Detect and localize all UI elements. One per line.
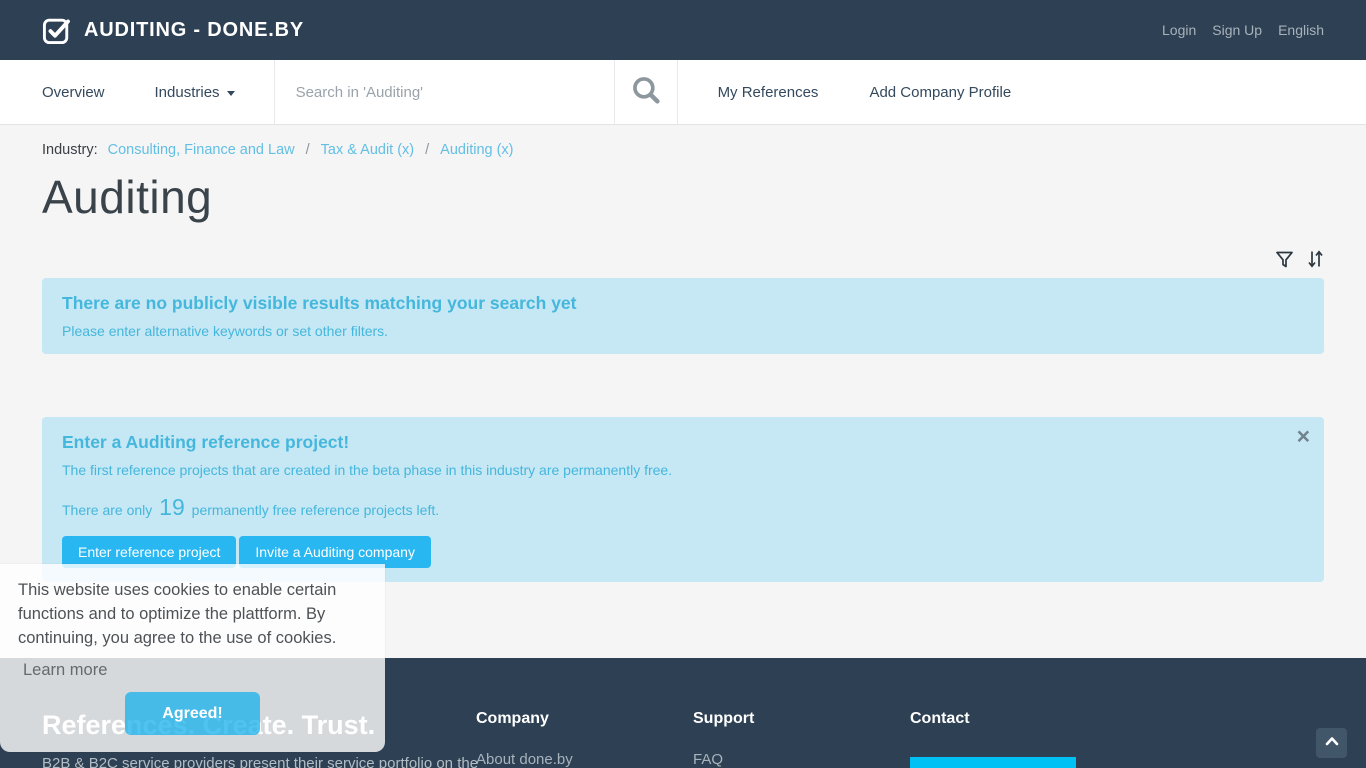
breadcrumb: Industry: Consulting, Finance and Law / …	[42, 125, 1324, 158]
doneby-logo: done.by	[910, 757, 1076, 768]
search-section	[273, 60, 614, 124]
nav-my-references[interactable]: My References	[718, 60, 819, 124]
nav-industries-label: Industries	[154, 83, 220, 101]
nav-overview[interactable]: Overview	[42, 60, 105, 124]
cookie-notice-text: This website uses cookies to enable cert…	[18, 581, 337, 647]
login-link[interactable]: Login	[1162, 22, 1196, 38]
footer-link-faq[interactable]: FAQ	[693, 751, 754, 768]
promo-line1: The first reference projects that are cr…	[62, 462, 673, 478]
scroll-to-top-button[interactable]	[1316, 728, 1347, 758]
promo-alert: × Enter a Auditing reference project! Th…	[42, 417, 1324, 582]
magnifier-icon	[629, 73, 663, 112]
no-results-heading: There are no publicly visible results ma…	[62, 293, 577, 313]
main-content: Industry: Consulting, Finance and Law / …	[0, 125, 1366, 582]
breadcrumb-separator: /	[305, 142, 310, 158]
cookie-notice: This website uses cookies to enable cert…	[0, 564, 385, 752]
promo-count: 19	[159, 494, 185, 520]
footer-column-contact: Contact done.by	[910, 710, 1076, 768]
breadcrumb-separator: /	[425, 142, 430, 158]
no-results-body: Please enter alternative keywords or set…	[62, 323, 389, 339]
footer-link-about[interactable]: About done.by	[476, 751, 573, 768]
footer-tagline-text: B2B & B2C service providers present thei…	[42, 755, 479, 768]
site-title: AUDITING - DONE.BY	[84, 18, 304, 41]
breadcrumb-link-auditing[interactable]: Auditing (x)	[440, 142, 513, 158]
chevron-up-icon	[1324, 734, 1340, 752]
breadcrumb-label: Industry:	[42, 142, 98, 158]
check-square-icon	[42, 16, 71, 45]
breadcrumb-link-tax-audit[interactable]: Tax & Audit (x)	[321, 142, 414, 158]
navbar: Overview Industries My References Add Co…	[0, 60, 1366, 125]
promo-count-suffix: permanently free reference projects left…	[191, 502, 440, 518]
learn-more-link[interactable]: Learn more	[23, 661, 107, 680]
footer-support-heading: Support	[693, 710, 755, 727]
footer-column-company: Company About done.by	[476, 710, 573, 768]
page-title: Auditing	[42, 171, 213, 223]
signup-link[interactable]: Sign Up	[1212, 22, 1262, 38]
promo-count-prefix: There are only	[62, 502, 153, 518]
agreed-button[interactable]: Agreed!	[125, 692, 260, 735]
sort-arrows-icon[interactable]	[1307, 249, 1324, 269]
no-results-alert: There are no publicly visible results ma…	[42, 278, 1324, 354]
footer-column-support: Support FAQ	[693, 710, 754, 768]
promo-heading: Enter a Auditing reference project!	[62, 432, 350, 452]
nav-industries-dropdown[interactable]: Industries	[155, 60, 235, 124]
results-toolbar	[42, 248, 1324, 270]
nav-add-company-profile[interactable]: Add Company Profile	[869, 60, 1011, 124]
header-links: Login Sign Up English	[1162, 22, 1324, 38]
search-button[interactable]	[613, 60, 678, 124]
funnel-icon[interactable]	[1275, 250, 1294, 269]
promo-count-line: There are only 19 permanently free refer…	[62, 494, 1304, 521]
header: AUDITING - DONE.BY Login Sign Up English	[0, 0, 1366, 60]
site-logo[interactable]: AUDITING - DONE.BY	[42, 16, 304, 45]
footer-company-heading: Company	[476, 710, 549, 727]
breadcrumb-link-industry-group[interactable]: Consulting, Finance and Law	[108, 142, 295, 158]
chevron-down-icon	[226, 90, 235, 96]
close-icon[interactable]: ×	[1297, 425, 1310, 448]
footer-contact-heading: Contact	[910, 710, 970, 727]
language-link[interactable]: English	[1278, 22, 1324, 38]
search-input[interactable]	[274, 83, 614, 101]
